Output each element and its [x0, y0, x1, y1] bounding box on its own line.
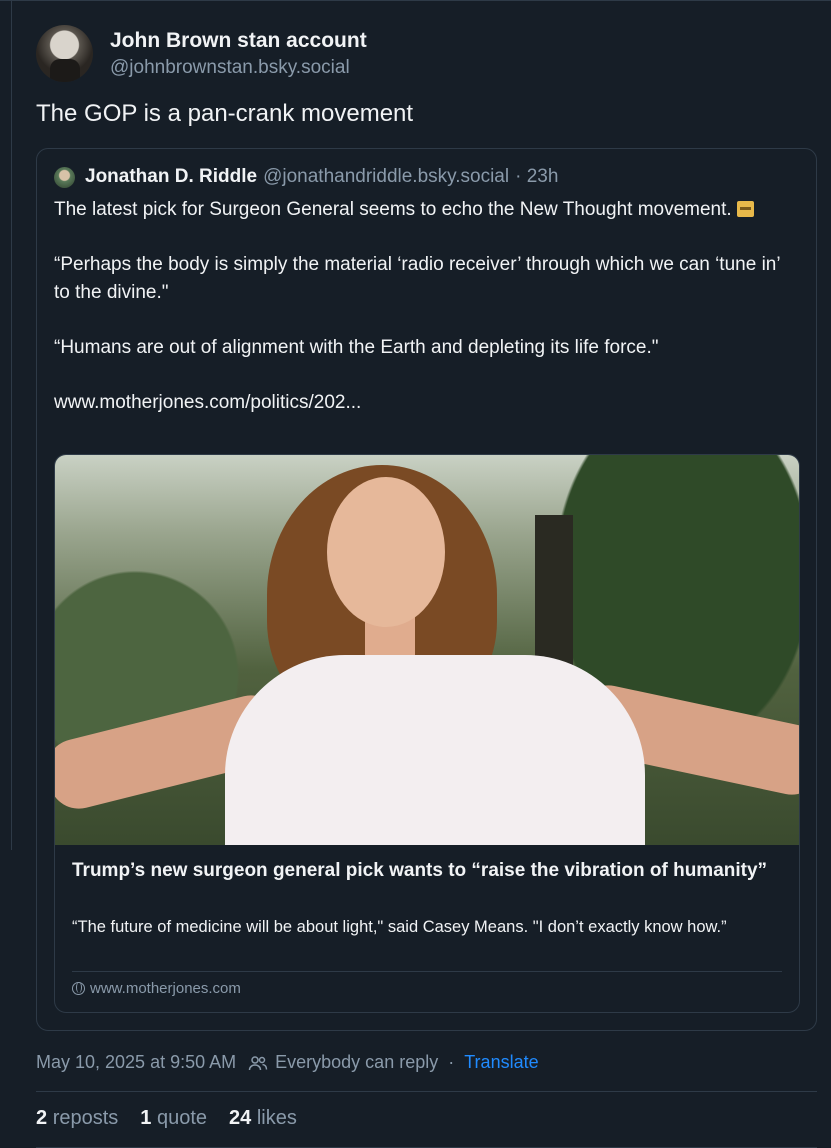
link-card-image[interactable]	[55, 455, 799, 845]
link-card[interactable]: Trump’s new surgeon general pick wants t…	[54, 454, 800, 1013]
likes-label: likes	[256, 1107, 297, 1129]
quotes-count: 1	[140, 1107, 152, 1129]
link-card-divider	[72, 971, 782, 972]
link-card-domain-text: www.motherjones.com	[90, 980, 241, 997]
post-meta: May 10, 2025 at 9:50 AM Everybody can re…	[36, 1052, 539, 1073]
quotes-label: quote	[156, 1107, 208, 1129]
image-dress	[225, 655, 645, 845]
people-icon	[248, 1055, 268, 1070]
likes-stat[interactable]: 24 likes	[229, 1107, 297, 1130]
image-face	[327, 477, 445, 627]
reply-setting[interactable]: Everybody can reply	[275, 1052, 438, 1073]
author-display-name[interactable]: John Brown stan account	[110, 27, 367, 55]
quoted-post-line1: The latest pick for Surgeon General seem…	[54, 199, 732, 220]
post-timestamp[interactable]: May 10, 2025 at 9:50 AM	[36, 1052, 236, 1073]
quoted-author-handle[interactable]: @jonathandriddle.bsky.social	[263, 166, 509, 188]
quoted-post[interactable]: Jonathan D. Riddle @jonathandriddle.bsky…	[36, 148, 817, 1031]
stats-divider-top	[36, 1091, 817, 1092]
reposts-stat[interactable]: 2 reposts	[36, 1107, 118, 1130]
quoted-post-rest: “Perhaps the body is simply the material…	[54, 254, 780, 413]
top-divider	[0, 0, 831, 3]
link-card-description: “The future of medicine will be about li…	[72, 918, 727, 936]
quoted-post-header: Jonathan D. Riddle @jonathandriddle.bsky…	[54, 166, 558, 188]
translate-link[interactable]: Translate	[464, 1052, 538, 1073]
quoted-author-name[interactable]: Jonathan D. Riddle	[85, 166, 257, 188]
likes-count: 24	[229, 1107, 252, 1129]
post-text: The GOP is a pan-crank movement	[36, 100, 414, 127]
author-handle[interactable]: @johnbrownstan.bsky.social	[110, 55, 367, 81]
author-names: John Brown stan account @johnbrownstan.b…	[110, 27, 367, 81]
reposts-count: 2	[36, 1107, 48, 1129]
quotes-stat[interactable]: 1 quote	[140, 1107, 207, 1130]
quoted-post-age: · 23h	[515, 166, 559, 187]
engagement-stats: 2 reposts 1 quote 24 likes	[36, 1107, 319, 1130]
link-card-title[interactable]: Trump’s new surgeon general pick wants t…	[72, 858, 782, 884]
quoted-post-text: The latest pick for Surgeon General seem…	[54, 196, 794, 416]
card-box-emoji	[736, 201, 754, 217]
image-person	[55, 455, 799, 845]
author-avatar[interactable]	[36, 25, 93, 82]
reposts-label: reposts	[52, 1107, 119, 1129]
quoted-author-avatar[interactable]	[54, 166, 75, 188]
meta-separator: ·	[448, 1052, 455, 1072]
post-header: John Brown stan account @johnbrownstan.b…	[36, 25, 367, 82]
globe-icon	[72, 982, 85, 995]
thread-line	[11, 0, 12, 850]
link-card-domain: www.motherjones.com	[72, 980, 241, 997]
